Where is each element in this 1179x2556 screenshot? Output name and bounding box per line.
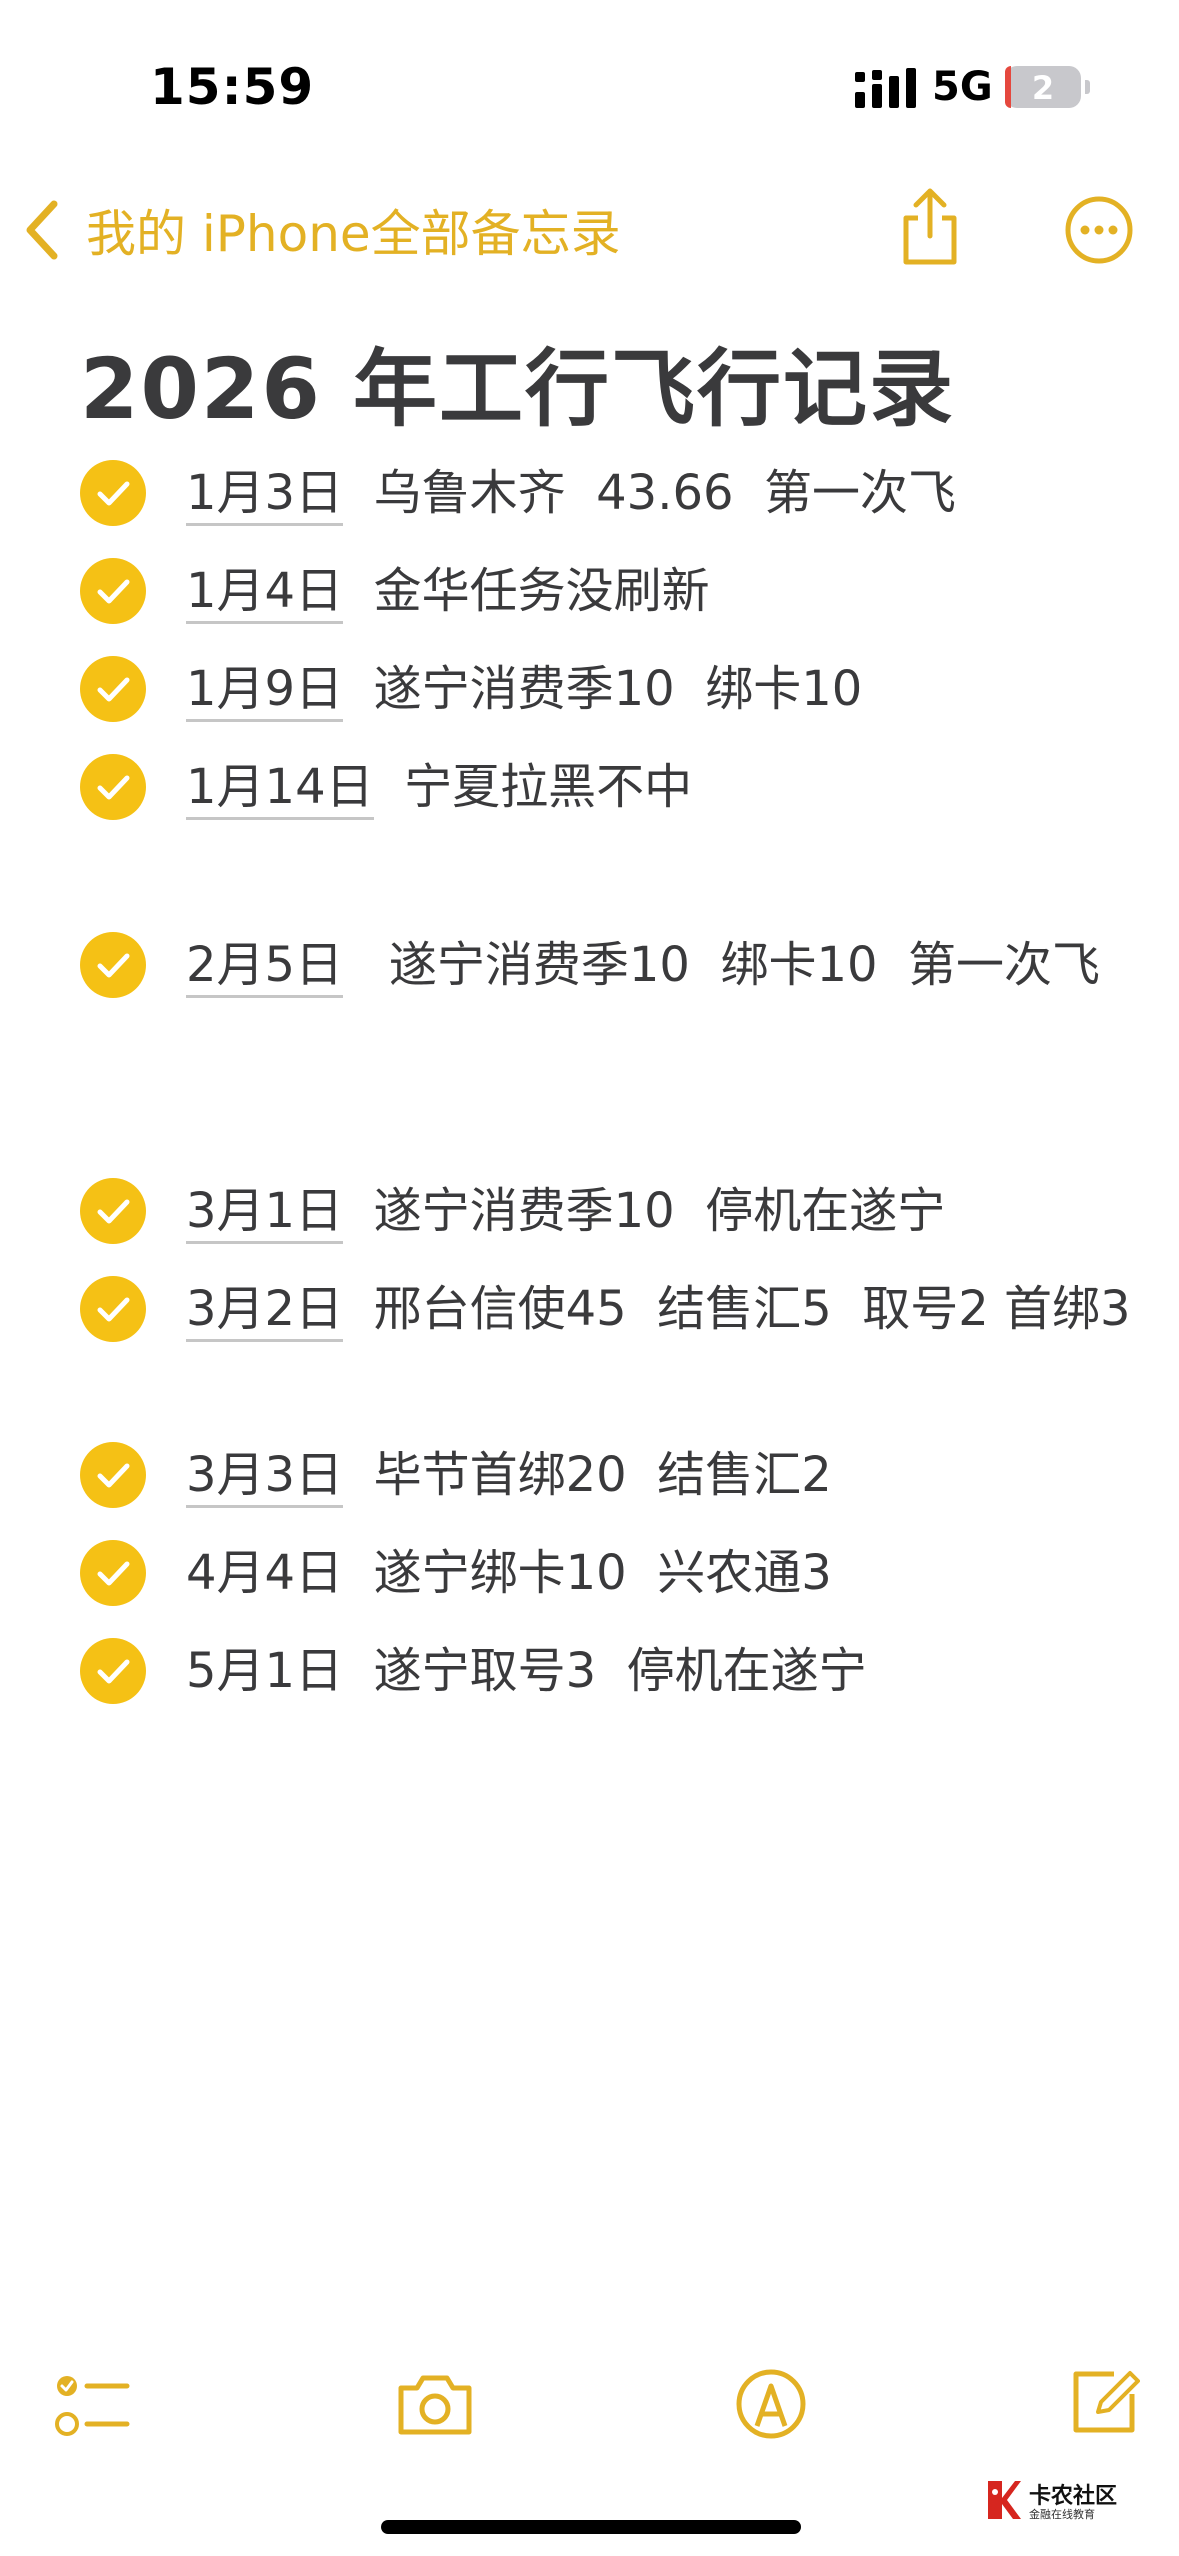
checklist-icon[interactable]	[55, 2372, 131, 2440]
checklist-item-text[interactable]: 1月14日 宁夏拉黑不中	[186, 752, 1179, 822]
date-text: 4月4日	[186, 1545, 344, 1601]
back-button-label: 我的 iPhone全部备忘录	[86, 205, 621, 263]
network-type: 5G	[932, 64, 993, 110]
home-indicator[interactable]	[381, 2520, 801, 2534]
checked-circle-icon[interactable]	[80, 1178, 146, 1244]
checklist-item-text[interactable]: 3月1日 遂宁消费季10 停机在遂宁	[186, 1176, 1179, 1246]
checklist-item-text[interactable]: 1月3日 乌鲁木齐 43.66 第一次飞	[186, 458, 1179, 528]
share-icon[interactable]	[898, 188, 962, 268]
checked-circle-icon[interactable]	[80, 754, 146, 820]
checklist-item-text[interactable]: 3月2日 邢台信使45 结售汇5 取号2 首绑3	[186, 1274, 1179, 1344]
checklist-item-text[interactable]: 3月3日 毕节首绑20 结售汇2	[186, 1440, 1179, 1510]
item-content: 遂宁绑卡10 兴农通3	[343, 1545, 832, 1601]
item-content: 遂宁消费季10 停机在遂宁	[343, 1183, 946, 1239]
date-text: 5月1日	[186, 1643, 344, 1699]
date-link[interactable]: 1月3日	[186, 465, 344, 526]
checked-circle-icon[interactable]	[80, 1540, 146, 1606]
checked-circle-icon[interactable]	[80, 558, 146, 624]
battery-percentage: 2	[1031, 69, 1055, 107]
date-link[interactable]: 3月2日	[186, 1281, 344, 1342]
status-time: 15:59	[150, 58, 315, 116]
checked-circle-icon[interactable]	[80, 1276, 146, 1342]
item-content: 遂宁消费季10 绑卡10 第一次飞	[343, 937, 1101, 993]
watermark-subtitle: 金融在线教育	[1029, 2508, 1095, 2521]
item-content: 毕节首绑20 结售汇2	[343, 1447, 832, 1503]
date-link[interactable]: 1月14日	[186, 759, 374, 820]
battery-tip	[1085, 80, 1090, 94]
camera-icon[interactable]	[395, 2372, 475, 2438]
checklist-item-text[interactable]: 1月9日 遂宁消费季10 绑卡10	[186, 654, 1179, 724]
markup-pen-icon[interactable]	[735, 2368, 807, 2440]
item-content: 乌鲁木齐 43.66 第一次飞	[343, 465, 957, 521]
checked-circle-icon[interactable]	[80, 1442, 146, 1508]
checked-circle-icon[interactable]	[80, 932, 146, 998]
item-content: 宁夏拉黑不中	[373, 759, 693, 815]
watermark-logo-icon	[988, 2481, 1021, 2519]
date-link[interactable]: 3月1日	[186, 1183, 344, 1244]
cellular-signal-icon	[855, 68, 916, 108]
item-content: 遂宁消费季10 绑卡10	[343, 661, 863, 717]
checklist-item-text[interactable]: 4月4日 遂宁绑卡10 兴农通3	[186, 1538, 1179, 1608]
back-button[interactable]: 我的 iPhone全部备忘录	[20, 190, 621, 270]
checked-circle-icon[interactable]	[80, 1638, 146, 1704]
checklist-item-text[interactable]: 5月1日 遂宁取号3 停机在遂宁	[186, 1636, 1179, 1706]
checked-circle-icon[interactable]	[80, 460, 146, 526]
date-link[interactable]: 2月5日	[186, 937, 344, 998]
note-title[interactable]: 2026 年工行飞行记录	[80, 322, 955, 443]
battery-icon: 2	[1005, 66, 1081, 108]
date-link[interactable]: 3月3日	[186, 1447, 344, 1508]
watermark: 卡农社区 金融在线教育	[985, 2478, 1125, 2528]
date-link[interactable]: 1月9日	[186, 661, 344, 722]
checklist-item-text[interactable]: 1月4日 金华任务没刷新	[186, 556, 1179, 626]
more-options-icon[interactable]	[1065, 196, 1133, 264]
item-content: 邢台信使45 结售汇5 取号2 首绑3	[343, 1281, 1131, 1337]
item-content: 金华任务没刷新	[343, 563, 710, 619]
compose-note-icon[interactable]	[1068, 2364, 1140, 2438]
chevron-left-icon	[26, 200, 58, 260]
checked-circle-icon[interactable]	[80, 656, 146, 722]
checklist-item-text[interactable]: 2月5日 遂宁消费季10 绑卡10 第一次飞	[186, 930, 1179, 1000]
item-content: 遂宁取号3 停机在遂宁	[343, 1643, 867, 1699]
date-link[interactable]: 1月4日	[186, 563, 344, 624]
